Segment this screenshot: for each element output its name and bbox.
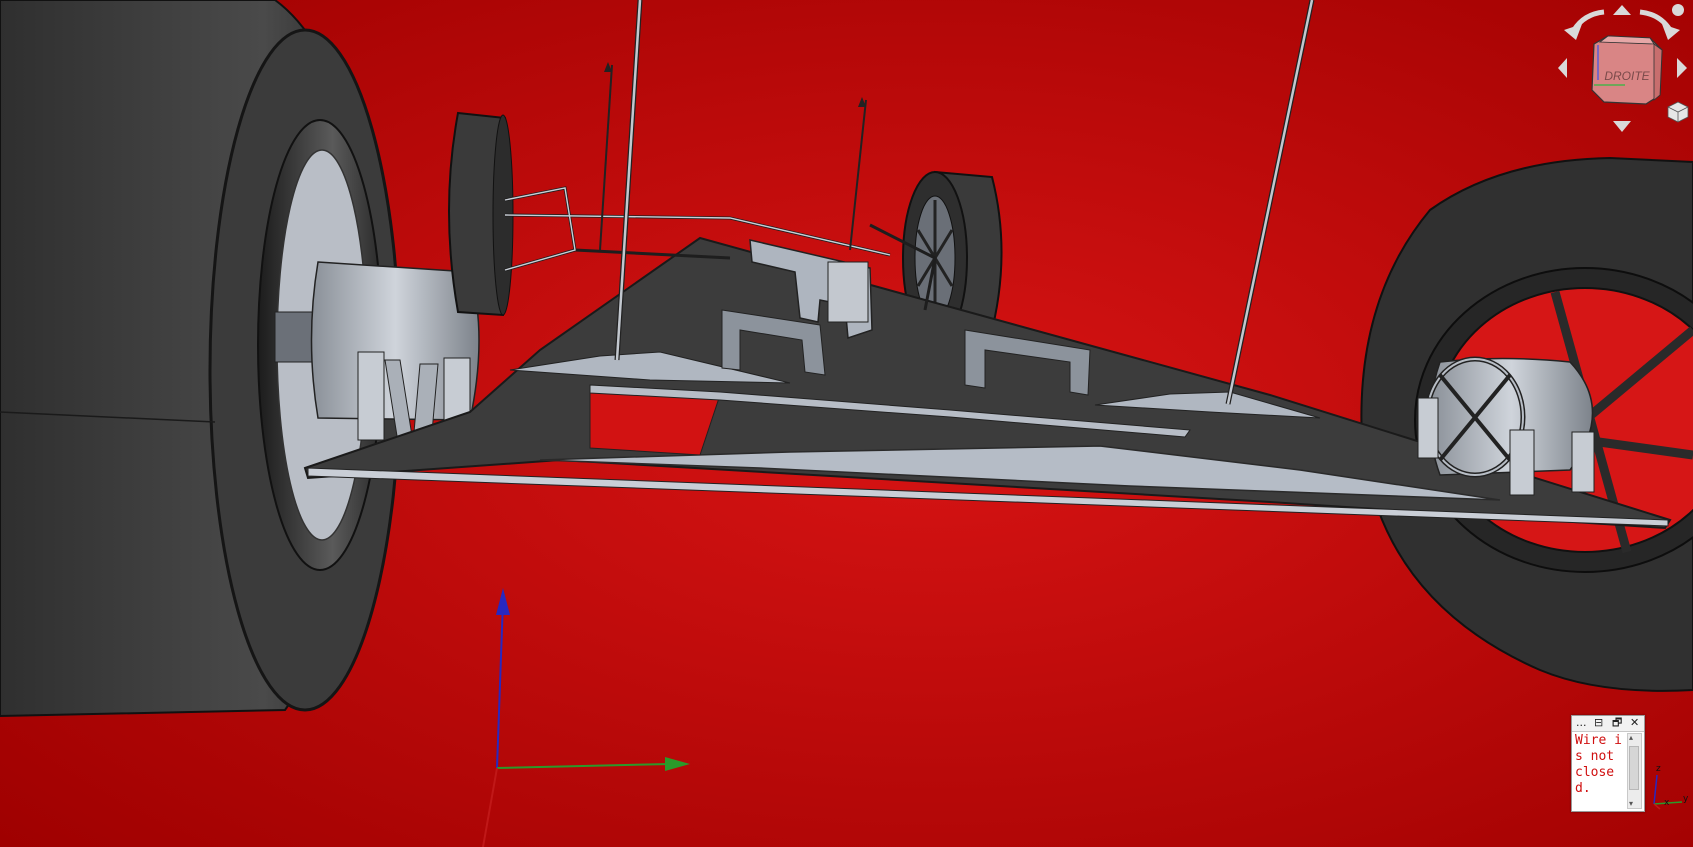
rotate-left-arrowhead-icon [1564, 24, 1582, 40]
cube-face-label: DROITE [1604, 69, 1650, 83]
scroll-down-arrow-icon[interactable]: ▾ [1629, 799, 1633, 808]
dock-icon[interactable]: ⊟ [1594, 717, 1603, 729]
pan-right-arrow-icon[interactable] [1677, 58, 1687, 78]
overflow-icon[interactable]: ... [1576, 717, 1587, 729]
z-axis-label: z [1656, 764, 1661, 774]
scroll-up-arrow-icon[interactable]: ▴ [1629, 733, 1633, 742]
pan-up-arrow-icon[interactable] [1613, 5, 1631, 15]
report-message: Wire is not closed. [1575, 733, 1622, 796]
rear-left-wheel[interactable] [448, 111, 514, 317]
menu-icon[interactable] [1672, 4, 1684, 16]
cube-face-right[interactable]: DROITE [1591, 35, 1663, 105]
3d-viewport[interactable] [0, 0, 1693, 847]
y-axis-label: y [1683, 794, 1689, 804]
report-view-title-bar[interactable]: ... ⊟ 🗗 ✕ [1572, 716, 1644, 732]
navigation-cube[interactable]: DROITE [1550, 0, 1693, 140]
rotate-right-arrowhead-icon [1662, 24, 1680, 40]
scrollbar-thumb[interactable] [1629, 746, 1639, 790]
mini-axis-indicator: z y x [1640, 760, 1690, 810]
x-axis-label: x [1664, 798, 1670, 808]
float-icon[interactable]: 🗗 [1612, 717, 1622, 729]
close-icon[interactable]: ✕ [1630, 717, 1639, 729]
pan-down-arrow-icon[interactable] [1613, 121, 1631, 132]
home-cube-icon[interactable] [1667, 101, 1689, 123]
report-view-panel[interactable]: ... ⊟ 🗗 ✕ Wire is not closed. ▴ ▾ [1571, 715, 1645, 812]
pan-left-arrow-icon[interactable] [1558, 58, 1567, 78]
